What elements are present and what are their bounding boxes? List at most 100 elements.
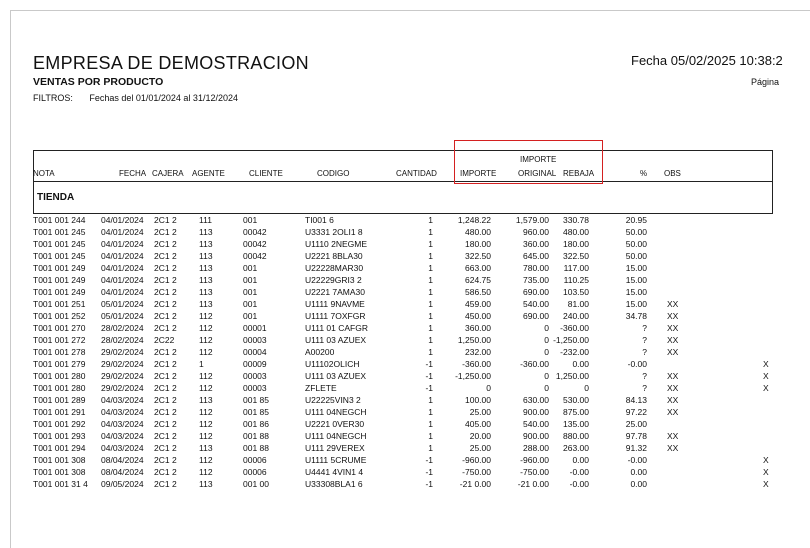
- cell-cliente: 001: [243, 275, 258, 285]
- cell-pct: ?: [642, 323, 647, 333]
- cell-importe: -750.00: [462, 467, 491, 477]
- cell-nota: T001 001 308: [33, 455, 86, 465]
- cell-nota: T001 001 278: [33, 347, 86, 357]
- cell-agente: 113: [199, 287, 213, 297]
- cell-agente: 112: [199, 455, 213, 465]
- cell-fecha: 29/02/2024: [101, 359, 144, 369]
- cell-nota: T001 001 291: [33, 407, 86, 417]
- col-fecha: FECHA: [119, 169, 147, 178]
- cell-cajera: 2C1 2: [154, 407, 177, 417]
- col-cajera: CAJERA: [152, 169, 184, 178]
- cell-obs: XX: [667, 443, 679, 453]
- cell-cantidad: 1: [428, 227, 433, 237]
- cell-rebaja: 480.00: [563, 227, 589, 237]
- cell-pct: 25.00: [625, 419, 647, 429]
- cell-original: 690.00: [523, 311, 549, 321]
- cell-original: 780.00: [523, 263, 549, 273]
- cell-cliente: 001 00: [243, 479, 269, 489]
- cell-rebaja: 322.50: [563, 251, 589, 261]
- cell-codigo: ZFLETE: [305, 383, 337, 393]
- cell-cajera: 2C1 2: [154, 479, 177, 489]
- cell-cliente: 00042: [243, 227, 267, 237]
- cell-fecha: 04/03/2024: [101, 407, 144, 417]
- cell-codigo: U111 04NEGCH: [305, 431, 367, 441]
- table-row: T001 001 308 08/04/2024 2C1 2 112 00006 U4441…: [11, 466, 810, 478]
- section-title: TIENDA: [37, 192, 75, 203]
- cell-pct: 0.00: [630, 479, 647, 489]
- cell-cajera: 2C1 2: [154, 443, 177, 453]
- table-row: T001 001 292 04/03/2024 2C1 2 112 001 86 U222…: [11, 418, 810, 430]
- cell-importe: 450.00: [465, 311, 491, 321]
- cell-codigo: U2221 8BLA30: [305, 251, 363, 261]
- cell-rebaja: -360.00: [560, 323, 589, 333]
- cell-cajera: 2C1 2: [154, 467, 177, 477]
- cell-cantidad: 1: [428, 323, 433, 333]
- cell-agente: 112: [199, 311, 213, 321]
- cell-rebaja: 875.00: [563, 407, 589, 417]
- cell-cantidad: -1: [425, 455, 433, 465]
- table-row: T001 001 280 29/02/2024 2C1 2 112 00003 U111 …: [11, 370, 810, 382]
- cell-nota: T001 001 292: [33, 419, 86, 429]
- cell-pct: 97.22: [625, 407, 647, 417]
- cell-original: 735.00: [523, 275, 549, 285]
- cell-cantidad: 1: [428, 287, 433, 297]
- cell-original: 0: [544, 371, 549, 381]
- cell-original: 0: [544, 335, 549, 345]
- cell-cajera: 2C1 2: [154, 431, 177, 441]
- cell-importe: -960.00: [462, 455, 491, 465]
- cell-cajera: 2C1 2: [154, 275, 177, 285]
- cell-pct: 20.95: [625, 215, 647, 225]
- cell-pct: 84.13: [625, 395, 647, 405]
- cell-x: X: [763, 467, 769, 477]
- cell-original: 540.00: [523, 419, 549, 429]
- cell-codigo: U111 04NEGCH: [305, 407, 367, 417]
- report-page: EMPRESA DE DEMOSTRACION VENTAS POR PRODU…: [10, 10, 810, 548]
- cell-pct: 15.00: [625, 287, 647, 297]
- cell-cliente: 00003: [243, 335, 267, 345]
- cell-codigo: TI001 6: [305, 215, 334, 225]
- cell-agente: 112: [199, 431, 213, 441]
- cell-original: 288.00: [523, 443, 549, 453]
- cell-original: 690.00: [523, 287, 549, 297]
- cell-codigo: U111 03 AZUEX: [305, 371, 367, 381]
- company-name: EMPRESA DE DEMOSTRACION: [33, 53, 309, 73]
- cell-rebaja: 103.50: [563, 287, 589, 297]
- cell-fecha: 04/01/2024: [101, 251, 144, 261]
- cell-agente: 113: [199, 275, 213, 285]
- cell-pct: 15.00: [625, 263, 647, 273]
- cell-obs: XX: [667, 407, 679, 417]
- cell-pct: 15.00: [625, 299, 647, 309]
- cell-cliente: 001 85: [243, 407, 269, 417]
- cell-cliente: 001 88: [243, 431, 269, 441]
- cell-importe: 360.00: [465, 323, 491, 333]
- cell-fecha: 29/02/2024: [101, 383, 144, 393]
- table-row: T001 001 245 04/01/2024 2C1 2 113 00042 U3331…: [11, 226, 810, 238]
- cell-nota: T001 001 251: [33, 299, 86, 309]
- cell-cliente: 001 86: [243, 419, 269, 429]
- cell-original: 630.00: [523, 395, 549, 405]
- cell-obs: XX: [667, 347, 679, 357]
- table-row: T001 001 279 29/02/2024 2C1 2 1 00009 U11102O…: [11, 358, 810, 370]
- cell-cantidad: 1: [428, 275, 433, 285]
- cell-importe: 180.00: [465, 239, 491, 249]
- cell-codigo: A00200: [305, 347, 335, 357]
- cell-pct: ?: [642, 383, 647, 393]
- cell-rebaja: -0.00: [569, 479, 589, 489]
- table-row: T001 001 244 04/01/2024 2C1 2 111 001 TI001 6…: [11, 214, 810, 226]
- cell-original: 645.00: [523, 251, 549, 261]
- cell-importe: 0: [486, 383, 491, 393]
- cell-pct: -0.00: [627, 455, 647, 465]
- cell-cliente: 00004: [243, 347, 267, 357]
- cell-agente: 113: [199, 227, 213, 237]
- cell-cliente: 001: [243, 287, 258, 297]
- cell-rebaja: 0.00: [572, 455, 589, 465]
- cell-obs: XX: [667, 299, 679, 309]
- cell-importe: 663.00: [465, 263, 491, 273]
- cell-pct: ?: [642, 347, 647, 357]
- cell-fecha: 29/02/2024: [101, 347, 144, 357]
- header-box: [33, 150, 773, 214]
- cell-pct: -0.00: [627, 359, 647, 369]
- cell-cantidad: -1: [425, 479, 433, 489]
- cell-codigo: U1111 7OXFGR: [305, 311, 366, 321]
- cell-codigo: U1111 5CRUME: [305, 455, 367, 465]
